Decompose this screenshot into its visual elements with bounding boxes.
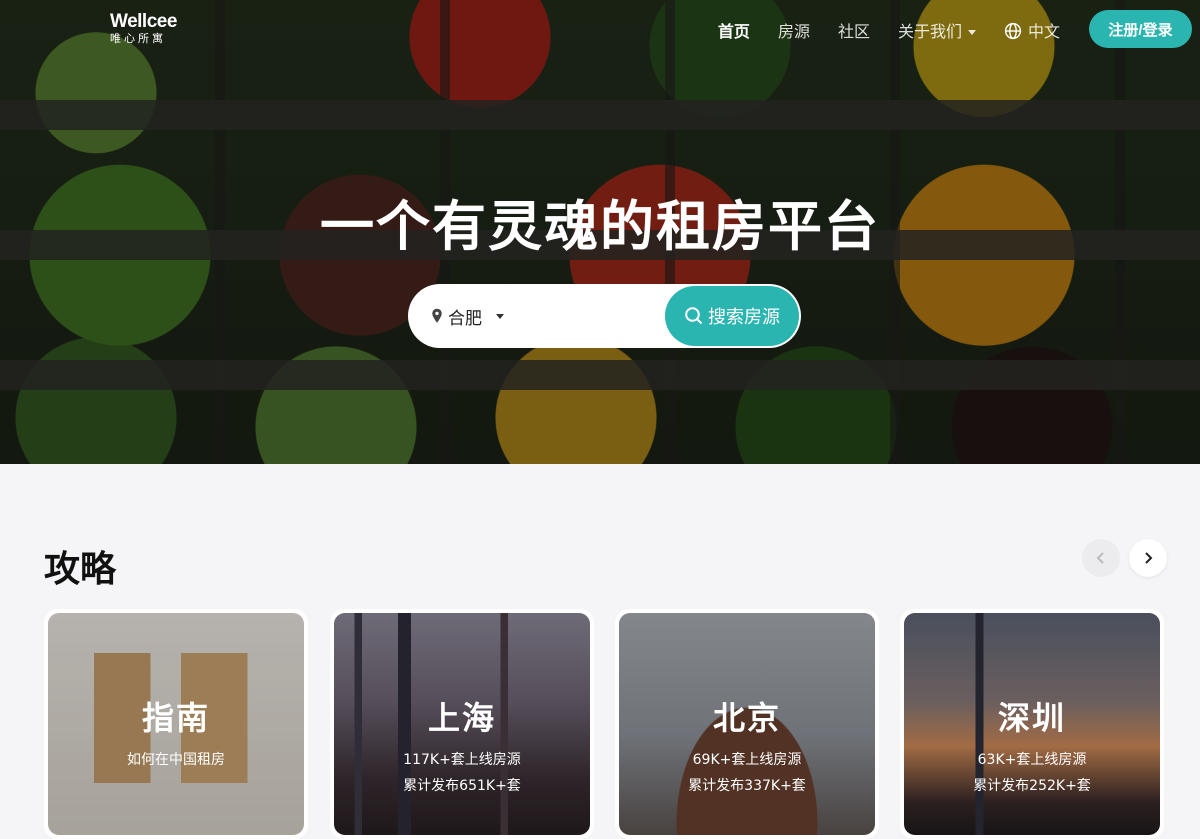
logo[interactable]: Wellcee 唯心所寓 (110, 12, 177, 44)
globe-icon (1004, 22, 1022, 40)
card-subtitle: 如何在中国租房 (48, 747, 304, 773)
carousel-next-button[interactable] (1129, 539, 1167, 577)
search-button[interactable]: 搜索房源 (665, 286, 799, 346)
brand-name-cn: 唯心所寓 (110, 32, 166, 45)
hero-title: 一个有灵魂的租房平台 (320, 195, 880, 258)
card-subtitle: 69K+套上线房源 累计发布337K+套 (619, 747, 875, 799)
city-selector[interactable]: 合肥 (408, 304, 504, 329)
card-line-2: 累计发布337K+套 (688, 778, 806, 794)
card-image: 北京 69K+套上线房源 累计发布337K+套 (619, 613, 875, 835)
card-image: 上海 117K+套上线房源 累计发布651K+套 (334, 613, 590, 835)
language-switch[interactable]: 中文 (1004, 18, 1060, 42)
chevron-right-icon (1145, 552, 1153, 564)
nav-about[interactable]: 关于我们 (898, 18, 976, 42)
card-line-1: 63K+套上线房源 (977, 752, 1087, 768)
chevron-left-icon (1096, 552, 1104, 564)
card-line-1: 117K+套上线房源 (403, 752, 521, 768)
city-card-shenzhen[interactable]: 深圳 63K+套上线房源 累计发布252K+套 (900, 609, 1164, 839)
card-line-1: 如何在中国租房 (127, 752, 225, 768)
login-button[interactable]: 注册/登录 (1089, 10, 1192, 48)
city-label: 合肥 (448, 308, 482, 329)
city-card-beijing[interactable]: 北京 69K+套上线房源 累计发布337K+套 (615, 609, 879, 839)
carousel-prev-button[interactable] (1082, 539, 1120, 577)
chevron-down-icon (967, 30, 976, 35)
card-title: 上海 (427, 699, 496, 737)
top-nav: Wellcee 唯心所寓 首页 房源 社区 关于我们 中文 注册/登录 (0, 0, 1200, 58)
card-line-2: 累计发布252K+套 (973, 778, 1091, 794)
card-title: 北京 (712, 699, 781, 737)
brand-name: Wellcee (110, 11, 177, 32)
hero-banner: Wellcee 唯心所寓 首页 房源 社区 关于我们 中文 注册/登录 一个有灵… (0, 0, 1200, 464)
search-bar: 合肥 搜索房源 (408, 284, 801, 348)
card-line-2: 累计发布651K+套 (403, 778, 521, 794)
card-title: 深圳 (997, 699, 1066, 737)
nav-home[interactable]: 首页 (718, 18, 750, 42)
card-line-1: 69K+套上线房源 (692, 752, 802, 768)
search-icon (685, 307, 703, 325)
card-title: 指南 (141, 699, 210, 737)
language-label: 中文 (1027, 22, 1060, 41)
nav-listings[interactable]: 房源 (778, 18, 810, 42)
nav-about-label: 关于我们 (897, 22, 962, 41)
chevron-down-icon (496, 313, 504, 319)
location-pin-icon (432, 308, 442, 323)
card-image: 指南 如何在中国租房 (48, 613, 304, 835)
section-title: 攻略 (44, 549, 117, 590)
nav-community[interactable]: 社区 (838, 18, 870, 42)
card-subtitle: 117K+套上线房源 累计发布651K+套 (334, 747, 590, 799)
city-card-shanghai[interactable]: 上海 117K+套上线房源 累计发布651K+套 (330, 609, 594, 839)
nav-links: 首页 房源 社区 关于我们 中文 (718, 18, 1060, 42)
card-image: 深圳 63K+套上线房源 累计发布252K+套 (904, 613, 1160, 835)
card-subtitle: 63K+套上线房源 累计发布252K+套 (904, 747, 1160, 799)
search-label: 搜索房源 (708, 307, 780, 327)
guide-card[interactable]: 指南 如何在中国租房 (44, 609, 308, 839)
